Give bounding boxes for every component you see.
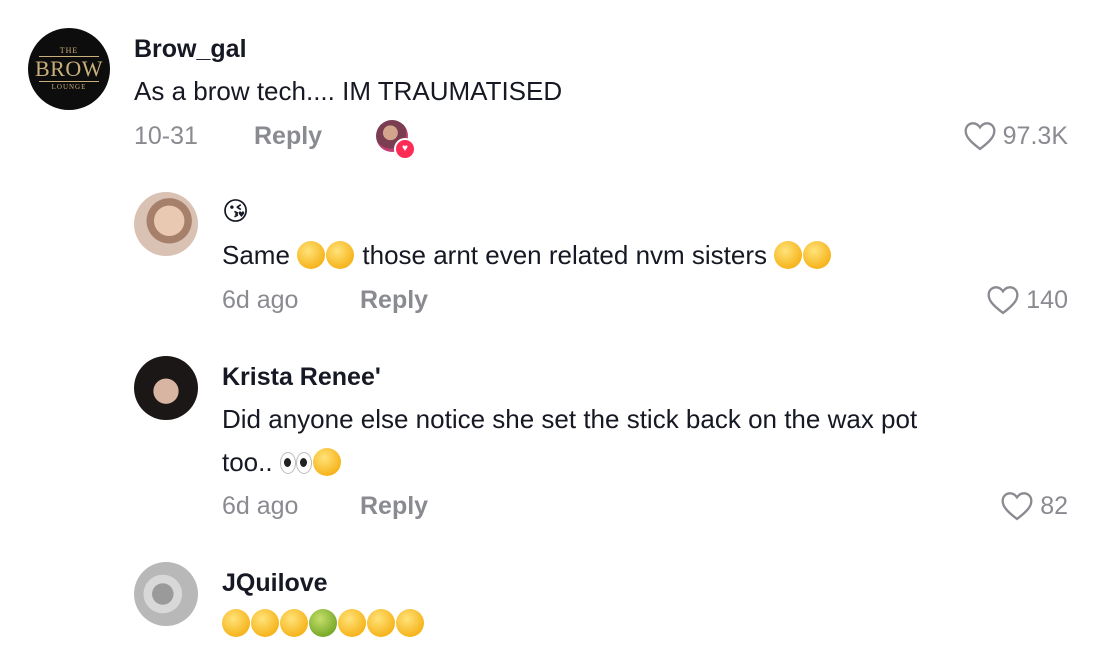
comment-text-line1: Did anyone else notice she set the stick… (222, 404, 918, 434)
commenter-avatar[interactable] (134, 192, 198, 256)
heart-badge-icon: ♥ (394, 138, 416, 160)
brow-lounge-avatar[interactable]: THE BROW LOUNGE (28, 28, 110, 110)
crying-face-icon (312, 448, 341, 476)
laughing-tears-icon (803, 241, 832, 269)
comment-username[interactable]: Krista Renee' (222, 362, 381, 392)
comment-date: 6d ago (222, 286, 299, 314)
comment-emoji-row (222, 602, 425, 644)
dizzy-face-icon (280, 609, 308, 637)
comment-date: 6d ago (222, 492, 299, 520)
eyes-icon (279, 448, 312, 476)
comment-emoji-line: 😘 (222, 196, 250, 226)
face-with-spiral-eyes-icon (367, 609, 395, 637)
comment-text: As a brow tech.... IM TRAUMATISED (134, 76, 563, 106)
heart-icon (987, 286, 1019, 315)
commenter-avatar[interactable] (134, 356, 198, 420)
dizzy-face-icon (251, 609, 279, 637)
heart-icon (964, 122, 996, 151)
like-count: 97.3K (1002, 122, 1068, 150)
reply-button[interactable]: Reply (360, 491, 428, 521)
laughing-tears-icon (326, 241, 355, 269)
face-holding-back-tears-icon (774, 241, 803, 269)
reply-button[interactable]: Reply (360, 285, 428, 315)
thinking-face-icon (222, 609, 250, 637)
face-with-spiral-eyes-icon (396, 609, 424, 637)
flushed-face-icon (297, 241, 326, 269)
nauseated-face-icon (309, 609, 337, 637)
reply-button[interactable]: Reply (254, 121, 322, 151)
commenter-avatar[interactable] (134, 562, 198, 626)
like-count: 82 (1040, 492, 1068, 520)
like-count: 140 (1026, 286, 1068, 314)
like-button[interactable]: 82 (1000, 491, 1068, 521)
comment-date: 10-31 (134, 122, 198, 150)
comment-username[interactable]: JQuilove (222, 568, 328, 598)
face-with-spiral-eyes-icon (338, 609, 366, 637)
like-button[interactable]: 140 (986, 285, 1068, 315)
heart-icon (1001, 492, 1033, 521)
comment-text-line2: too.. (222, 441, 342, 483)
like-button[interactable]: 97.3K (963, 121, 1068, 151)
comment-text: Same those arnt even related nvm sisters (222, 234, 832, 276)
comment-username[interactable]: Brow_gal (134, 34, 247, 64)
